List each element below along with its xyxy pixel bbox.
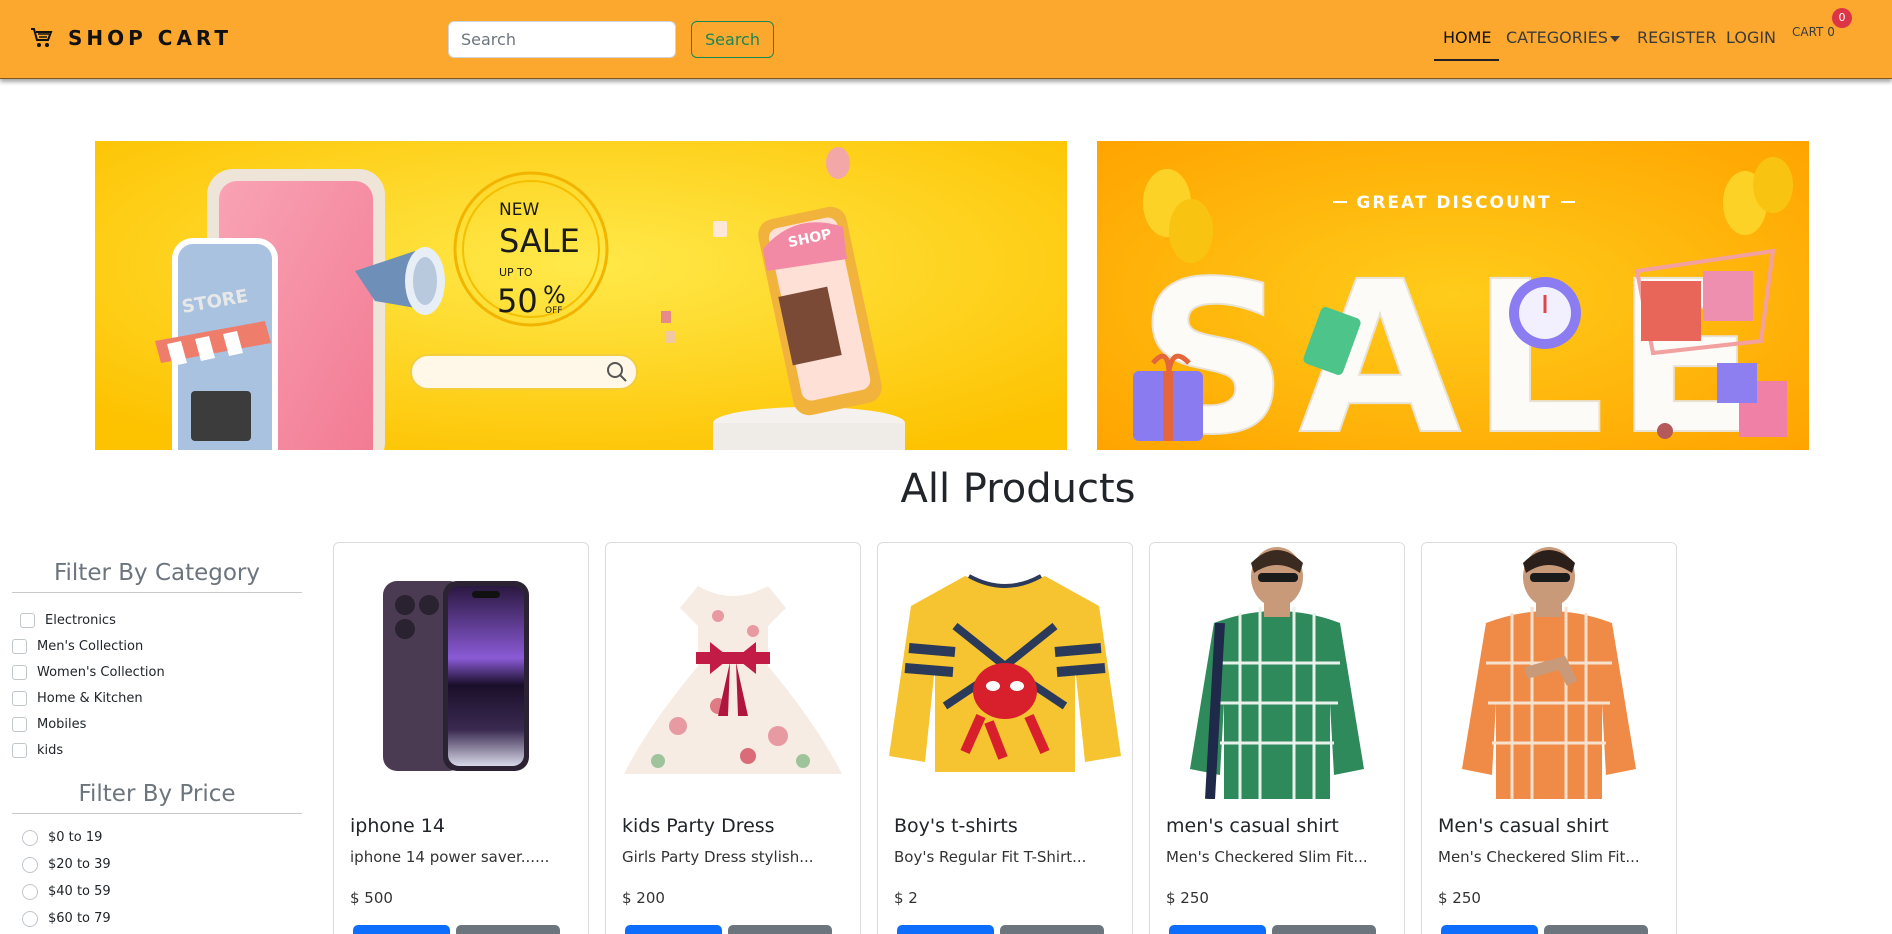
product-card: kids Party Dress Girls Party Dress styli… [605,542,861,934]
product-price: $ 500 [350,889,393,907]
cart-count-badge: 0 [1832,8,1852,28]
product-card: Boy's t-shirts Boy's Regular Fit T-Shirt… [877,542,1133,934]
nav-categories-dropdown[interactable]: CATEGORIES [1506,28,1620,47]
add-to-cart-button[interactable] [1272,925,1376,934]
checkbox[interactable] [12,742,27,758]
radio[interactable] [22,910,38,927]
sale-upto-text: UP TO [499,266,533,279]
checkbox[interactable] [12,664,27,680]
checkbox[interactable] [12,690,27,706]
more-details-button[interactable] [1441,925,1538,934]
more-details-button[interactable] [625,925,722,934]
more-details-button[interactable] [1169,925,1266,934]
add-to-cart-button[interactable] [456,925,560,934]
product-title[interactable]: Boy's t-shirts [894,815,1018,837]
checkbox[interactable] [20,612,35,628]
radio[interactable] [22,883,38,900]
great-discount-text: GREAT DISCOUNT [1356,193,1551,213]
radio[interactable] [22,829,38,846]
promo-banner-sale[interactable]: STORE NEW SALE UP TO 50 % OFF SHOP [95,141,1067,450]
search-button[interactable]: Search [691,21,774,58]
product-title[interactable]: men's casual shirt [1166,815,1339,837]
navbar: SHOP CART Search HOME CATEGORIES REGISTE… [0,0,1892,79]
price-label: $40 to 59 [48,884,111,899]
nav-register[interactable]: REGISTER [1637,28,1717,47]
product-description: Men's Checkered Slim Fit... [1166,848,1368,866]
radio[interactable] [22,856,38,873]
price-label: $20 to 39 [48,857,111,872]
caret-down-icon [1609,35,1620,42]
promo-banner-great-discount[interactable]: GREAT DISCOUNT SALE [1097,141,1809,450]
sale-big-text: SALE [1137,236,1768,450]
orange-shirt-image[interactable] [1422,543,1676,799]
add-to-cart-button[interactable] [1000,925,1104,934]
product-title[interactable]: kids Party Dress [622,815,775,837]
product-description: Girls Party Dress stylish... [622,848,814,866]
active-nav-indicator [1434,59,1499,61]
add-to-cart-button[interactable] [728,925,832,934]
price-option-0-19[interactable]: $0 to 19 [12,824,302,851]
price-filter-title: Filter By Price [12,781,302,814]
category-option-womens[interactable]: Women's Collection [12,659,302,685]
checkbox[interactable] [12,638,27,654]
product-price: $ 2 [894,889,918,907]
product-price: $ 200 [622,889,665,907]
price-label: $60 to 79 [48,911,111,926]
sale-percent-sign: % [543,281,566,309]
category-label: kids [37,742,64,758]
product-title[interactable]: iphone 14 [350,815,445,837]
nav-login[interactable]: LOGIN [1726,28,1776,47]
green-shirt-image[interactable] [1150,543,1404,799]
product-description: Men's Checkered Slim Fit... [1438,848,1640,866]
nav-cart[interactable]: CART 0 [1792,25,1835,39]
tshirt-image[interactable] [878,543,1132,799]
product-price: $ 250 [1166,889,1209,907]
category-option-electronics[interactable]: Electronics [12,607,302,633]
sale-word-text: SALE [499,222,580,260]
category-option-kids[interactable]: kids [12,737,302,763]
category-filter-title: Filter By Category [12,560,302,593]
dress-image[interactable] [606,543,860,799]
category-label: Women's Collection [37,664,165,680]
page-title: All Products [900,466,1136,512]
category-option-home-kitchen[interactable]: Home & Kitchen [12,685,302,711]
price-option-40-59[interactable]: $40 to 59 [12,878,302,905]
sale-off-text: OFF [545,306,562,316]
category-label: Men's Collection [37,638,144,654]
product-card: men's casual shirt Men's Checkered Slim … [1149,542,1405,934]
add-to-cart-button[interactable] [1544,925,1648,934]
nav-categories-label: CATEGORIES [1506,28,1608,47]
product-title[interactable]: Men's casual shirt [1438,815,1609,837]
more-details-button[interactable] [353,925,450,934]
more-details-button[interactable] [897,925,994,934]
nav-home[interactable]: HOME [1443,28,1492,47]
sale-percent-text: 50 [497,282,538,320]
category-label: Home & Kitchen [37,690,143,706]
product-card: Men's casual shirt Men's Checkered Slim … [1421,542,1677,934]
category-option-mobiles[interactable]: Mobiles [12,711,302,737]
brand-name: SHOP CART [68,26,233,50]
sale-new-text: NEW [499,200,539,220]
price-option-20-39[interactable]: $20 to 39 [12,851,302,878]
iphone-image[interactable] [334,543,588,799]
shopping-cart-icon [30,27,54,49]
search-input[interactable] [448,21,676,58]
product-description: Boy's Regular Fit T-Shirt... [894,848,1087,866]
price-label: $0 to 19 [48,830,103,845]
product-card: iphone 14 iphone 14 power saver...... $ … [333,542,589,934]
category-option-mens[interactable]: Men's Collection [12,633,302,659]
price-option-60-79[interactable]: $60 to 79 [12,905,302,932]
brand[interactable]: SHOP CART [30,26,232,50]
checkbox[interactable] [12,716,27,732]
filter-sidebar: Filter By Category Electronics Men's Col… [12,560,302,932]
category-label: Electronics [45,612,116,628]
product-price: $ 250 [1438,889,1481,907]
product-description: iphone 14 power saver...... [350,848,550,866]
category-label: Mobiles [37,716,87,732]
